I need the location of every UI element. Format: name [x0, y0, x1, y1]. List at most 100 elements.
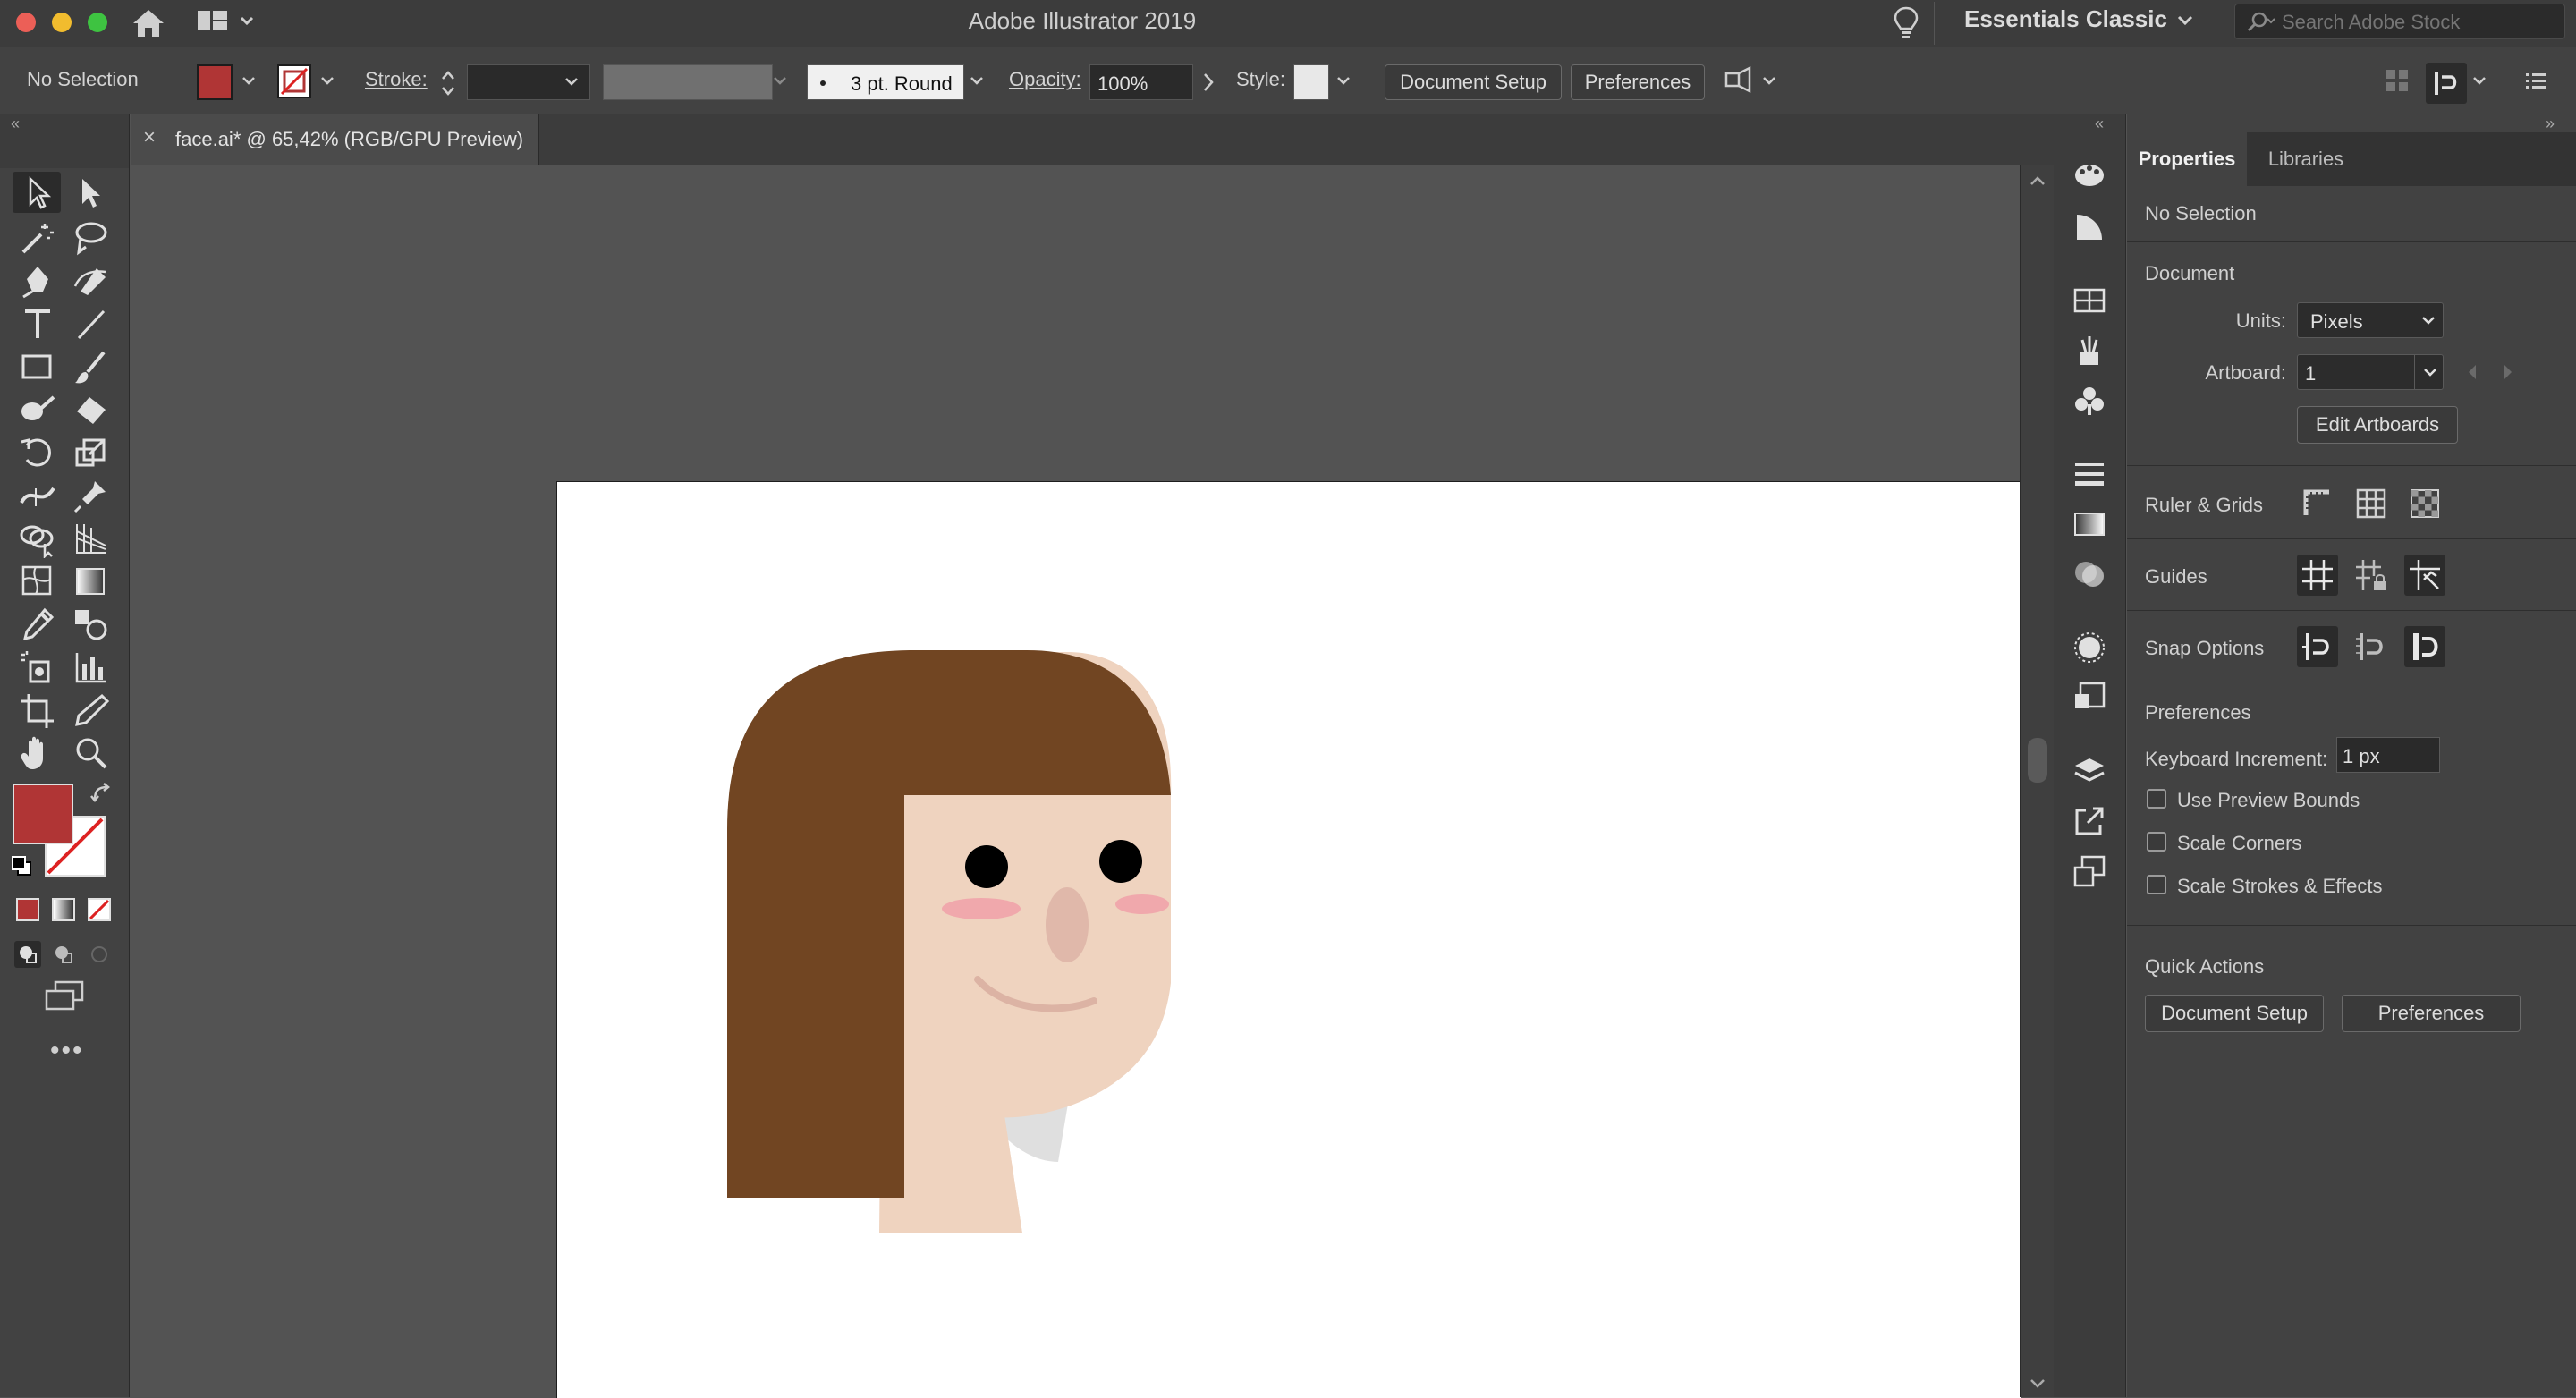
- rulers-icon[interactable]: [2297, 483, 2338, 524]
- puppet-warp-tool[interactable]: [72, 476, 111, 515]
- scale-tool[interactable]: [72, 433, 111, 472]
- right-eye[interactable]: [1099, 840, 1142, 883]
- collapse-panel-icon[interactable]: «: [11, 114, 20, 133]
- tab-libraries[interactable]: Libraries: [2252, 132, 2360, 186]
- rotate-tool[interactable]: [18, 433, 57, 472]
- graphic-style-swatch[interactable]: [1293, 64, 1329, 100]
- chevron-right-icon[interactable]: [1202, 72, 1215, 97]
- default-colors-icon[interactable]: [11, 855, 32, 881]
- transparency-icon[interactable]: [2072, 556, 2107, 592]
- draw-normal-icon[interactable]: [14, 941, 41, 968]
- gradient-mode-button[interactable]: [52, 898, 75, 921]
- snap-to-point-icon[interactable]: [2297, 626, 2338, 667]
- artboard-tool[interactable]: [18, 691, 57, 730]
- column-graph-tool[interactable]: [72, 648, 111, 687]
- screen-mode-icon[interactable]: [43, 980, 86, 1015]
- appearance-icon[interactable]: [2072, 630, 2107, 665]
- vertical-scrollbar[interactable]: [2020, 165, 2055, 1397]
- quick-document-setup-button[interactable]: Document Setup: [2145, 995, 2324, 1032]
- none-mode-button[interactable]: [88, 898, 111, 921]
- artboard-select[interactable]: 1: [2297, 354, 2444, 390]
- swatches-icon[interactable]: [2072, 283, 2107, 318]
- snap-toggle-icon[interactable]: [2426, 63, 2467, 104]
- right-cheek[interactable]: [1115, 894, 1169, 914]
- slice-tool[interactable]: [72, 691, 111, 730]
- scale-corners-checkbox[interactable]: [2147, 832, 2166, 852]
- tab-properties[interactable]: Properties: [2127, 132, 2247, 186]
- grid-icon[interactable]: [2351, 483, 2392, 524]
- lightbulb-icon[interactable]: [1893, 5, 1919, 44]
- eraser-tool[interactable]: [72, 390, 111, 429]
- collapse-panel-icon[interactable]: «: [2095, 114, 2104, 133]
- stroke-color-swatch[interactable]: [277, 64, 311, 98]
- lasso-tool[interactable]: [72, 218, 111, 258]
- rectangle-tool[interactable]: [18, 347, 57, 386]
- preferences-button[interactable]: Preferences: [1571, 64, 1705, 100]
- snap-to-pixel-icon[interactable]: [2404, 626, 2445, 667]
- graphic-styles-icon[interactable]: [2072, 680, 2107, 716]
- stroke-weight-field[interactable]: [467, 64, 590, 100]
- expand-panel-icon[interactable]: »: [2546, 114, 2555, 133]
- opacity-field[interactable]: 100%: [1089, 64, 1193, 100]
- hand-tool[interactable]: [18, 733, 57, 773]
- direct-selection-tool[interactable]: [72, 174, 111, 213]
- gradient-tool[interactable]: [72, 562, 111, 601]
- snap-to-grid-icon[interactable]: [2351, 626, 2392, 667]
- more-tools-icon[interactable]: •••: [50, 1036, 84, 1066]
- brushes-icon[interactable]: [2072, 333, 2107, 369]
- face-artwork[interactable]: [557, 482, 2021, 1398]
- chevron-down-icon[interactable]: [773, 75, 787, 91]
- keyboard-increment-field[interactable]: 1 px: [2336, 737, 2440, 773]
- artboard[interactable]: [556, 481, 2021, 1398]
- align-grid-icon[interactable]: [2385, 68, 2410, 97]
- asset-export-icon[interactable]: [2072, 803, 2107, 839]
- stroke-weight-stepper[interactable]: [440, 66, 456, 105]
- previous-artboard-icon[interactable]: [2465, 363, 2479, 386]
- chevron-down-icon[interactable]: [970, 75, 984, 91]
- search-input[interactable]: [2280, 8, 2552, 37]
- stock-search-field[interactable]: [2234, 4, 2565, 39]
- blend-tool[interactable]: [72, 605, 111, 644]
- shape-builder-tool[interactable]: [18, 519, 57, 560]
- draw-inside-icon[interactable]: [86, 941, 113, 972]
- pen-tool[interactable]: [18, 261, 57, 301]
- selection-tool[interactable]: [13, 172, 61, 213]
- units-select[interactable]: Pixels: [2297, 302, 2444, 338]
- color-mode-button[interactable]: [16, 898, 39, 921]
- artboards-panel-icon[interactable]: [2072, 853, 2107, 889]
- brush-definition[interactable]: 3 pt. Round: [807, 64, 964, 100]
- chevron-down-icon[interactable]: [1336, 75, 1351, 91]
- stroke-label[interactable]: Stroke:: [365, 68, 428, 91]
- magic-wand-tool[interactable]: [18, 218, 57, 258]
- scroll-up-icon[interactable]: [2029, 174, 2046, 187]
- type-tool[interactable]: [18, 304, 57, 343]
- symbols-icon[interactable]: [2072, 383, 2107, 419]
- chevron-down-icon[interactable]: [2472, 75, 2487, 91]
- color-guide-icon[interactable]: [2072, 209, 2107, 245]
- paintbrush-tool[interactable]: [72, 347, 111, 386]
- scroll-down-icon[interactable]: [2029, 1377, 2046, 1390]
- chevron-down-icon[interactable]: [1762, 75, 1776, 91]
- scroll-thumb[interactable]: [2028, 738, 2047, 783]
- width-tool[interactable]: [18, 476, 57, 515]
- eyedropper-tool[interactable]: [18, 605, 57, 644]
- swap-colors-icon[interactable]: [89, 782, 113, 809]
- chevron-down-icon[interactable]: [242, 75, 256, 91]
- use-preview-bounds-checkbox[interactable]: [2147, 789, 2166, 809]
- mesh-tool[interactable]: [18, 562, 57, 601]
- chevron-down-icon[interactable]: [320, 75, 335, 91]
- chevron-down-icon[interactable]: [2177, 13, 2193, 31]
- variable-width-profile[interactable]: [603, 64, 773, 100]
- arrange-icon[interactable]: [1723, 64, 1758, 101]
- chevron-down-icon[interactable]: [564, 76, 579, 92]
- smart-guides-icon[interactable]: [2404, 555, 2445, 596]
- lock-guides-icon[interactable]: [2351, 555, 2392, 596]
- left-eye[interactable]: [965, 845, 1008, 888]
- left-cheek[interactable]: [942, 898, 1021, 919]
- document-setup-button[interactable]: Document Setup: [1385, 64, 1562, 100]
- transparency-grid-icon[interactable]: [2404, 483, 2445, 524]
- layers-icon[interactable]: [2072, 753, 2107, 789]
- workspace-switcher[interactable]: Essentials Classic: [1964, 5, 2167, 33]
- curvature-tool[interactable]: [72, 261, 111, 301]
- color-panel-icon[interactable]: [2072, 157, 2107, 193]
